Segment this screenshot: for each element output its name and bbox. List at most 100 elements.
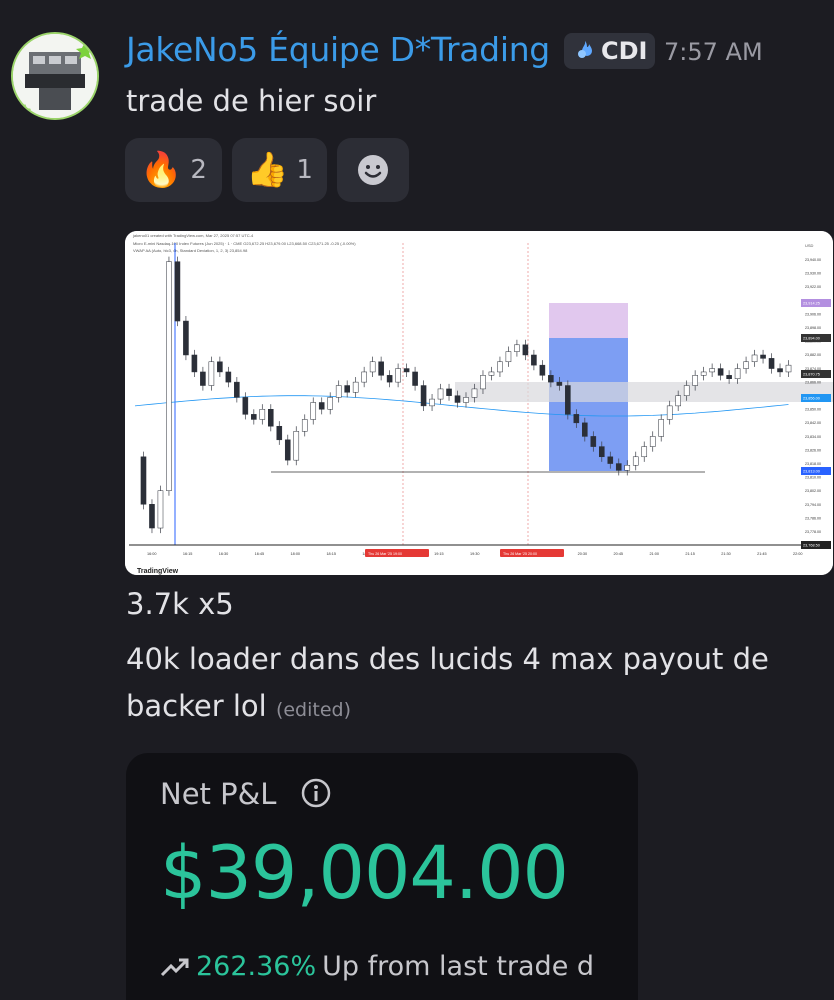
x-tick-label: 22:00 xyxy=(793,552,803,556)
candle xyxy=(471,388,478,398)
range-box xyxy=(455,382,833,402)
candle xyxy=(217,361,223,373)
candle xyxy=(582,422,588,437)
reaction-count: 2 xyxy=(190,155,207,185)
pnl-attachment[interactable]: Net P&L $39,004.00 262.36% Up from last … xyxy=(126,753,638,1000)
candle xyxy=(335,385,342,398)
price-badge-label: 23,914.25 xyxy=(803,302,820,306)
candle xyxy=(717,368,724,376)
candle xyxy=(777,368,783,373)
clan-tag[interactable]: CDI xyxy=(564,33,655,69)
trading-chart: jakeno01 created with TradingView.com, M… xyxy=(125,231,833,575)
candle xyxy=(666,405,673,420)
candle xyxy=(276,425,283,441)
candle xyxy=(505,351,512,363)
candle xyxy=(310,402,317,420)
y-tick-label: 23,940.00 xyxy=(805,258,821,262)
pnl-label: Net P&L xyxy=(160,777,332,811)
candle xyxy=(785,364,792,373)
candle xyxy=(531,354,537,366)
x-tick-label: 16:15 xyxy=(183,552,193,556)
candle xyxy=(658,419,665,437)
user-avatar[interactable] xyxy=(11,32,99,120)
candle xyxy=(760,354,766,359)
y-tick-label: 23,826.00 xyxy=(805,448,821,452)
price-badge-label: 23,856.00 xyxy=(803,397,820,401)
x-tick-label: 20:45 xyxy=(614,552,624,556)
candle xyxy=(386,375,393,383)
candle xyxy=(412,371,418,386)
message-text: 40k loader dans des lucids 4 max payout … xyxy=(126,642,769,676)
candle xyxy=(369,361,376,373)
candle xyxy=(632,456,639,466)
price-badge-label: 23,768.50 xyxy=(803,544,820,548)
candle xyxy=(683,385,690,396)
y-tick-label: 23,802.00 xyxy=(805,489,821,493)
candle xyxy=(166,261,172,491)
pnl-change: 262.36% Up from last trade d xyxy=(160,951,594,982)
price-badge-label: 23,894.00 xyxy=(803,337,820,341)
candle xyxy=(293,431,300,461)
add-reaction-button[interactable] xyxy=(337,138,409,202)
username[interactable]: JakeNo5 Équipe D*Trading xyxy=(126,30,550,69)
candle xyxy=(284,439,291,461)
candle xyxy=(191,354,198,373)
candle xyxy=(301,419,308,432)
candle xyxy=(242,397,249,415)
candle xyxy=(225,371,232,383)
tradingview-watermark: TradingView xyxy=(137,568,179,575)
y-tick-label: 23,810.00 xyxy=(805,476,821,480)
y-tick-label: 23,898.00 xyxy=(805,326,821,330)
y-tick-label: 23,842.00 xyxy=(805,421,821,425)
y-tick-label: 23,882.00 xyxy=(805,353,821,357)
x-tick-label: 18:15 xyxy=(326,552,336,556)
stop-zone xyxy=(549,303,628,338)
x-tick-label: 21:15 xyxy=(685,552,695,556)
y-tick-label: 23,834.00 xyxy=(805,435,821,439)
candle xyxy=(488,371,495,376)
x-tick-label: 21:30 xyxy=(721,552,731,556)
y-tick-label: 23,794.00 xyxy=(805,503,821,507)
candle xyxy=(183,320,189,356)
x-tick-label: 16:30 xyxy=(219,552,229,556)
chart-attachment[interactable]: jakeno01 created with TradingView.com, M… xyxy=(125,231,833,575)
candle xyxy=(480,375,486,390)
candle xyxy=(318,402,325,410)
candle xyxy=(378,361,384,376)
candle xyxy=(743,361,749,369)
x-tick-label: 21:00 xyxy=(649,552,659,556)
message-timestamp: 7:57 AM xyxy=(664,38,763,66)
candle xyxy=(692,375,698,386)
smiley-icon xyxy=(358,155,388,185)
candle xyxy=(522,344,529,356)
fire-icon: 🔥 xyxy=(140,150,183,190)
reaction-thumbs-up[interactable]: 👍 1 xyxy=(232,138,327,202)
reaction-fire[interactable]: 🔥 2 xyxy=(125,138,222,202)
candle xyxy=(251,414,257,420)
candle xyxy=(361,371,367,383)
candle xyxy=(675,395,681,407)
candle xyxy=(565,385,571,415)
candle xyxy=(420,385,427,407)
candle xyxy=(395,368,401,383)
candle xyxy=(267,409,274,427)
candle xyxy=(751,354,758,363)
y-tick-label: 23,906.00 xyxy=(805,312,821,316)
flame-badge-icon xyxy=(578,41,592,58)
x-tick-label: 19:15 xyxy=(434,552,444,556)
candle xyxy=(149,504,155,529)
candle xyxy=(344,385,350,393)
pnl-change-percent: 262.36% xyxy=(196,951,317,982)
candle xyxy=(429,398,435,407)
message-text: trade de hier soir xyxy=(126,84,377,118)
candle xyxy=(607,456,614,464)
candle xyxy=(641,446,648,458)
y-tick-label: 23,930.00 xyxy=(805,272,821,276)
candle xyxy=(259,409,266,420)
message-text-part: backer lol xyxy=(126,689,267,723)
candle xyxy=(140,456,147,505)
candle xyxy=(403,368,410,373)
candle xyxy=(598,446,605,458)
candle xyxy=(200,371,206,386)
x-tick-label: 19:30 xyxy=(470,552,480,556)
